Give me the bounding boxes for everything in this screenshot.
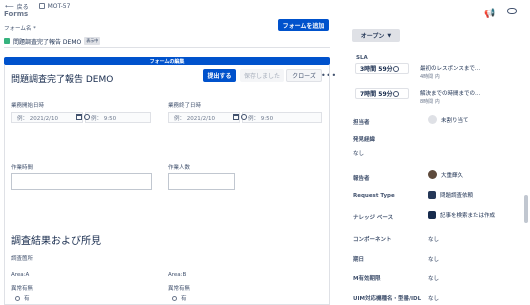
component-label: コンポーネント (353, 237, 392, 243)
work-time-input[interactable] (11, 173, 152, 190)
radio-option-a[interactable]: 有 (15, 294, 30, 302)
form-edit-bar: フォームの編集 (4, 57, 330, 65)
form-status-badge: 表示中 (84, 37, 101, 45)
discovery-label: 発見経緯 (353, 137, 376, 143)
request-type-label: Request Type (353, 193, 395, 199)
issue-key-link[interactable]: MOT-57 (38, 3, 70, 10)
end-date-input[interactable]: 例： 2021/2/10 (168, 112, 240, 123)
workers-label: 作業人数 (168, 165, 191, 171)
form-title: 問題調査完了報告 DEMO (13, 38, 82, 46)
discovery-value[interactable]: なし (353, 149, 364, 157)
status-dropdown[interactable]: オープン ▼ (352, 29, 400, 42)
sla2-sub: 8時間 内 (420, 99, 440, 105)
assignee-label: 担当者 (353, 120, 370, 126)
form-editor-title: 問題調査完了報告 DEMO (11, 75, 114, 85)
abnormal-a-label: 異常有無 (11, 286, 34, 292)
area-b-label: Area:B (168, 272, 187, 278)
work-time-label: 作業時間 (11, 165, 34, 171)
m-expiry-label: M有効期限 (353, 276, 381, 282)
clock-icon[interactable] (84, 114, 90, 120)
forms-section-title: Forms (4, 10, 29, 18)
request-type-field[interactable]: 問題調査依頼 (428, 191, 473, 199)
start-datetime-label: 業務開始日時 (11, 103, 45, 109)
m-expiry-value[interactable]: なし (428, 274, 439, 282)
knowledge-base-icon (428, 211, 436, 219)
knowledge-field[interactable]: 記事を検索または作成 (428, 211, 495, 219)
request-type-icon (428, 191, 436, 199)
sla1-title: 最初のレスポンスまで... (420, 66, 481, 72)
area-a-label: Area:A (11, 272, 30, 278)
end-time-input[interactable]: 例： 9:50 (242, 112, 322, 123)
sla1-sub: 4時間 内 (420, 74, 440, 80)
form-name-label: フォーム名 * (4, 26, 36, 32)
clock-icon (393, 91, 399, 97)
top-bar: ⟵ 戻る MOT-57 (0, 0, 530, 12)
form-list-item[interactable]: 問題調査完了報告 DEMO 表示中 開いた ••• (4, 35, 336, 81)
knowledge-label: ナレッジ ベース (353, 215, 394, 221)
assignee-field[interactable]: 未割り当て (428, 115, 469, 124)
start-date-input[interactable]: 例： 2021/2/10 (11, 112, 83, 123)
form-icon (4, 38, 10, 44)
avatar (428, 170, 437, 179)
avatar (428, 115, 437, 124)
sla-label: SLA (356, 55, 368, 61)
workers-input[interactable] (168, 173, 235, 190)
chevron-down-icon: ▼ (387, 32, 392, 39)
scrollbar[interactable] (524, 195, 528, 223)
area-section-label: 調査箇所 (11, 256, 34, 262)
calendar-icon[interactable] (76, 114, 82, 120)
uim-label: UIM対応機種名・型番/IDL (353, 296, 422, 302)
clock-icon[interactable] (241, 114, 247, 120)
megaphone-icon[interactable]: 📢 (484, 9, 495, 19)
add-form-button[interactable]: フォームを追加 (278, 19, 329, 31)
abnormal-b-label: 異常有無 (168, 286, 191, 292)
sla2-title: 解決までの時間までの... (420, 91, 481, 97)
watch-eye-icon[interactable] (507, 8, 517, 14)
due-label: 期日 (353, 257, 365, 263)
end-datetime-label: 業務終了日時 (168, 103, 202, 109)
start-time-input[interactable]: 例： 9:50 (85, 112, 151, 123)
sla2-timer: 7時間 59分 (355, 88, 409, 99)
calendar-icon[interactable] (233, 114, 239, 120)
reporter-field[interactable]: 大重輝久 (428, 170, 463, 179)
radio-option-b[interactable]: 有 (172, 294, 187, 302)
saved-button: 保存しました (240, 69, 284, 82)
uim-value[interactable]: なし (428, 294, 439, 302)
close-button[interactable]: クローズ (286, 69, 322, 82)
section-heading: 調査結果および所見 (11, 236, 101, 247)
submit-button[interactable]: 提出する (203, 69, 236, 82)
component-value[interactable]: なし (428, 235, 439, 243)
back-arrow-icon: ⟵ (5, 2, 14, 10)
due-value[interactable]: なし (428, 255, 439, 263)
clock-icon (393, 66, 399, 72)
issue-type-icon (38, 3, 45, 9)
reporter-label: 報告者 (353, 176, 370, 182)
sla1-timer: 3時間 59分 (355, 63, 409, 74)
